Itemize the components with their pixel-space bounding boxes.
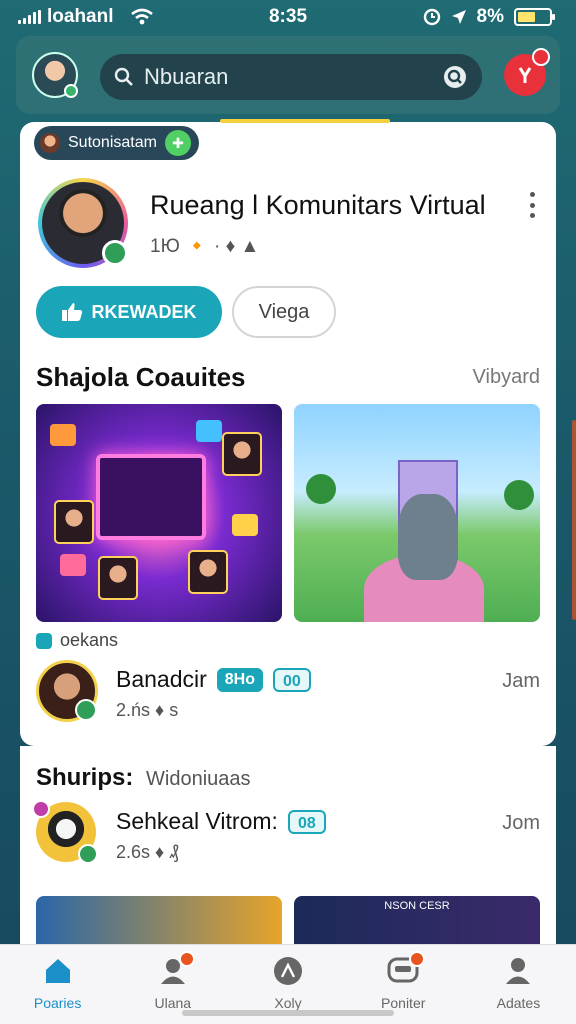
section-title: Shajola Coauites — [36, 362, 246, 392]
event-thumbnail-world[interactable] — [294, 404, 540, 622]
member-meta: 2.ńs ♦ ѕ — [116, 700, 179, 720]
chip-label: Sutonisatam — [68, 134, 157, 151]
nav-item-account[interactable]: Adates — [461, 945, 576, 1024]
user-avatar[interactable] — [32, 52, 78, 98]
join-button-label: RKEWADEK — [91, 301, 197, 322]
member-avatar — [36, 660, 98, 722]
status-right: 8% — [423, 6, 555, 28]
mascot-character — [398, 494, 458, 580]
view-button[interactable]: Viega — [232, 286, 336, 338]
members-label-text: oekans — [60, 630, 119, 650]
member-name-line: Banadcir 8Ho 00 — [116, 666, 311, 693]
top-header: Nbuaran — [16, 36, 560, 114]
thumbs-up-icon — [62, 303, 83, 321]
group-avatar[interactable] — [38, 178, 128, 268]
person-icon — [506, 958, 531, 984]
community-row[interactable]: Sehkeal Vitrom: 08 2.6s ♦ ₰ Jom — [32, 800, 540, 866]
member-name: Banadcir — [116, 666, 207, 692]
verified-icon — [102, 240, 128, 266]
more-options-icon[interactable] — [530, 192, 536, 218]
lower-title-main: Shurips: — [36, 764, 134, 791]
chat-icon — [387, 951, 426, 987]
member-tag: 8Ho — [216, 667, 264, 692]
online-indicator — [64, 84, 78, 98]
community-tag: 08 — [287, 809, 326, 834]
nav-item-home[interactable]: Poaries — [0, 945, 115, 1024]
banner-thumbnail[interactable] — [36, 896, 282, 946]
search-input[interactable]: Nbuaran — [144, 64, 442, 90]
notifications-button[interactable] — [504, 48, 550, 96]
banner-text: NSON CESR — [384, 900, 450, 912]
game-icon: ✚ — [164, 130, 191, 156]
player-portrait — [54, 500, 94, 544]
community-card: Sutonisatam ✚ Rueang l Komunitars Virtua… — [20, 119, 556, 746]
lens-icon[interactable] — [442, 64, 468, 90]
pin-icon — [32, 800, 50, 818]
search-bar[interactable]: Nbuaran — [100, 54, 482, 100]
lock-icon — [36, 632, 52, 649]
group-meta: 1Ю 🔸 · ♦ ▲ — [150, 236, 260, 257]
tile-decoration — [60, 554, 86, 576]
battery-icon — [514, 8, 555, 26]
community-name: Sehkeal Vitrom: — [116, 808, 278, 834]
members-label: oekans — [36, 630, 118, 651]
compass-icon — [274, 957, 302, 985]
nav-label: Ulana — [154, 995, 192, 1011]
chip-avatar — [40, 133, 60, 153]
tile-decoration — [196, 420, 222, 442]
nav-label: Adates — [496, 995, 541, 1011]
member-join-label[interactable]: Jam — [502, 670, 540, 693]
see-all-link[interactable]: Vibyard — [473, 366, 540, 389]
bottom-nav: Poaries Ulana Xoly Poniter Adates — [0, 944, 576, 1024]
edge-decoration — [572, 420, 576, 620]
nav-label: Poaries — [33, 995, 82, 1011]
battery-percent: 8% — [476, 6, 504, 27]
battery-level — [518, 12, 535, 22]
tile-decoration — [50, 424, 76, 446]
community-name-line: Sehkeal Vitrom: 08 — [116, 808, 326, 835]
notification-badge — [532, 48, 550, 66]
community-avatar — [32, 800, 98, 864]
verified-icon — [75, 699, 97, 721]
verified-icon — [78, 844, 98, 864]
tile-decoration — [232, 514, 258, 536]
player-portrait — [188, 550, 228, 594]
community-join-label[interactable]: Jom — [502, 812, 540, 835]
category-chip[interactable]: Sutonisatam ✚ — [34, 126, 199, 160]
home-icon — [45, 959, 70, 983]
lower-subtitle: Widoniuaas — [146, 768, 251, 790]
member-level-tag: 00 — [273, 667, 311, 692]
nav-label: Xoly — [274, 995, 302, 1011]
nav-label: Poniter — [381, 995, 426, 1011]
lower-section: Shurips: Widoniuaas Sehkeal Vitrom: 08 2… — [20, 746, 556, 946]
player-portrait — [98, 556, 138, 600]
nav-badge — [178, 951, 195, 967]
banner-thumbnail[interactable]: NSON CESR — [294, 896, 540, 946]
thumbnail-screen — [96, 454, 206, 540]
profile-icon — [157, 951, 195, 987]
view-button-label: Viega — [258, 300, 310, 323]
nav-badge — [409, 951, 426, 967]
player-portrait — [222, 432, 262, 476]
alarm-icon — [423, 8, 440, 26]
search-icon — [114, 67, 133, 86]
community-meta: 2.6s ♦ ₰ — [116, 842, 179, 862]
member-row[interactable]: Banadcir 8Ho 00 2.ńs ♦ ѕ Jam — [36, 660, 540, 724]
bell-icon — [518, 67, 532, 83]
status-bar: loahanl 8:35 8% — [0, 0, 576, 36]
lower-title: Shurips: Widoniuaas — [36, 764, 251, 792]
group-title: Rueang l Komunitars Virtual — [150, 190, 486, 220]
tree-decoration — [504, 480, 534, 510]
home-indicator[interactable] — [182, 1010, 394, 1016]
location-icon — [451, 10, 466, 24]
event-thumbnail-game[interactable] — [36, 404, 282, 622]
join-button[interactable]: RKEWADEK — [36, 286, 222, 338]
tree-decoration — [306, 474, 336, 504]
